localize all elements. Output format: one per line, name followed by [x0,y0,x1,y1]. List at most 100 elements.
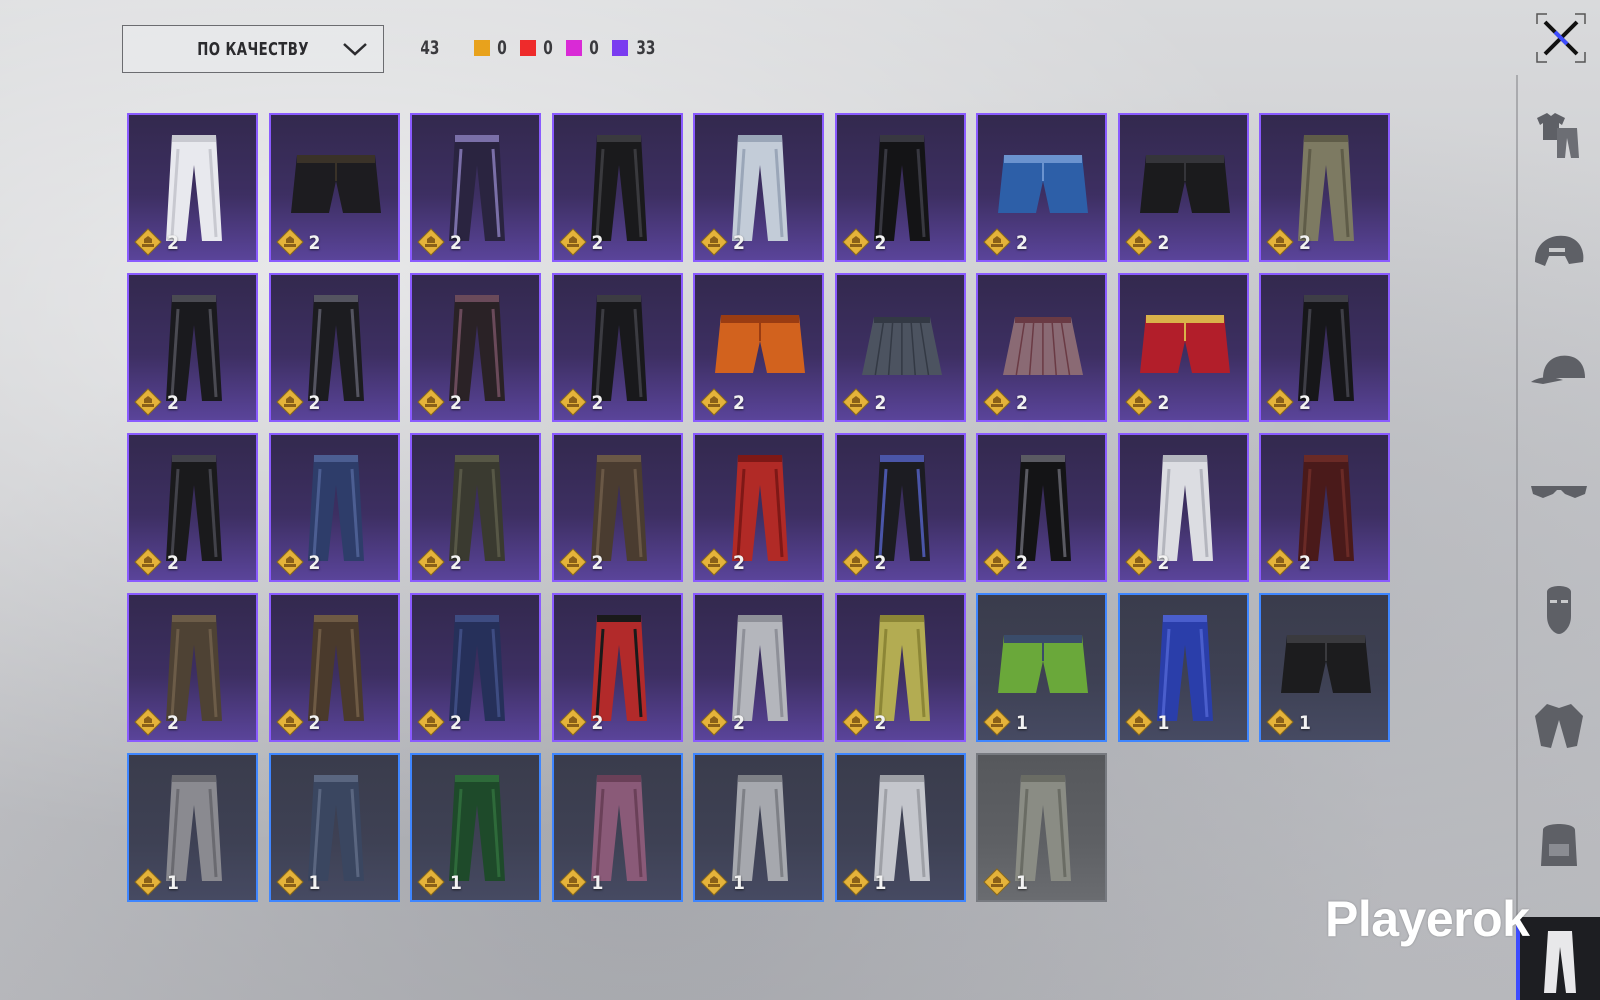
inventory-item[interactable]: 1 [976,593,1107,742]
item-quantity: 2 [591,552,604,574]
inventory-item[interactable]: 1 [1259,593,1390,742]
item-quantity: 1 [1157,712,1170,734]
item-quantity: 2 [1157,392,1170,414]
inventory-item[interactable]: 2 [834,433,966,582]
item-quantity: 1 [874,872,887,894]
inventory-item[interactable]: 1 [268,753,400,902]
item-quantity: 2 [733,232,745,254]
inventory-item[interactable]: 1 [410,753,541,902]
inventory-item[interactable]: 1 [551,753,683,902]
item-quantity: 2 [1299,392,1311,414]
inventory-item[interactable]: 2 [693,113,824,262]
coin-badge-icon [275,228,304,256]
item-quantity: 2 [733,392,745,414]
inventory-item[interactable]: 2 [268,273,400,422]
mask-icon[interactable] [1529,582,1589,634]
black-shorts-with-boots-icon [1139,155,1230,213]
coin-badge-icon [983,708,1011,736]
coin-badge-icon [134,708,162,736]
grey-mini-skirt-icon [861,317,942,376]
inventory-item[interactable]: 2 [551,273,683,422]
orange-floral-shorts-icon [715,315,805,373]
coin-badge-icon [417,548,445,576]
coin-badge-icon [134,868,162,896]
inventory-item[interactable]: 1 [693,753,824,902]
item-quantity: 2 [874,392,887,414]
inventory-item[interactable]: 1 [976,753,1107,902]
inventory-item[interactable]: 2 [1259,273,1390,422]
coin-badge-icon [1124,388,1153,416]
helmet-icon[interactable] [1529,228,1589,280]
inventory-item[interactable]: 1 [834,753,966,902]
coin-badge-icon [841,548,870,576]
close-icon[interactable] [1533,10,1589,66]
black-leather-pants-icon [590,135,647,241]
light-denim-jeans-icon [732,135,788,241]
backpack-icon[interactable] [1529,818,1589,870]
inventory-item[interactable]: 2 [976,433,1107,582]
yellow-sweatpants-icon [873,615,930,721]
coin-badge-icon [700,548,728,576]
inventory-item[interactable]: 2 [834,113,966,262]
watermark: Playerok [1325,891,1530,947]
glasses-icon[interactable] [1529,464,1589,516]
inventory-item[interactable]: 2 [551,113,683,262]
cap-icon[interactable] [1529,346,1589,398]
inventory-item[interactable]: 2 [551,593,683,742]
item-quantity: 1 [1299,712,1311,734]
red-trousers-icon [732,455,788,561]
inventory-item[interactable]: 2 [834,593,966,742]
sort-dropdown[interactable]: ПО КАЧЕСТВУ [122,25,384,73]
item-quantity: 1 [1016,712,1028,734]
inventory-item[interactable]: 2 [410,113,541,262]
inventory-item[interactable]: 2 [1259,433,1390,582]
jacket-icon[interactable] [1529,700,1589,752]
inventory-item[interactable]: 2 [693,433,824,582]
dark-pink-trim-pants-icon [449,295,505,401]
inventory-item[interactable]: 2 [693,273,824,422]
black-star-pants-icon [1298,295,1354,401]
grey-worn-pants-icon [1015,775,1071,881]
inventory-item[interactable]: 2 [834,273,966,422]
item-quantity: 2 [1299,232,1311,254]
inventory-item[interactable]: 2 [976,113,1107,262]
inventory-item[interactable]: 2 [127,593,258,742]
inventory-item[interactable]: 2 [976,273,1107,422]
quality-count-gold: 0 [473,37,508,59]
item-quantity: 2 [167,712,179,734]
black-patterned-pants-icon [166,295,222,401]
inventory-item[interactable]: 2 [1117,273,1249,422]
red-black-training-pants-icon [590,615,647,721]
inventory-item[interactable]: 2 [693,593,824,742]
inventory-item[interactable]: 2 [410,273,541,422]
tshirt-pants-icon[interactable] [1529,110,1589,162]
inventory-item[interactable]: 2 [127,433,258,582]
coin-badge-icon [1266,548,1294,576]
coin-badge-icon [558,548,587,576]
black-strap-pants-icon [307,295,364,401]
inventory-item[interactable]: 2 [551,433,683,582]
inventory-item[interactable]: 2 [1259,113,1390,262]
coin-badge-icon [558,868,587,896]
inventory-item[interactable]: 1 [1117,593,1249,742]
inventory-item[interactable]: 2 [1117,433,1249,582]
inventory-item[interactable]: 1 [127,753,258,902]
coin-badge-icon [700,708,728,736]
inventory-item[interactable]: 2 [268,113,400,262]
coin-badge-icon [1124,228,1153,256]
item-quantity: 2 [1016,552,1028,574]
inventory-item[interactable]: 2 [268,433,400,582]
coin-badge-icon [983,868,1011,896]
inventory-item[interactable]: 2 [127,113,258,262]
inventory-item[interactable]: 2 [1117,113,1249,262]
coin-badge-icon [558,388,587,416]
inventory-item[interactable]: 2 [268,593,400,742]
item-quantity: 2 [308,392,321,414]
inventory-grid: 2 2 2 2 2 2 2 2 2 2 2 2 2 2 2 2 2 2 2 2 2 2 2 2 2 2 2 2 2 2 2 2 2 1 1 1 1 1 1 1… [127,113,1390,902]
item-quantity: 2 [874,712,887,734]
inventory-item[interactable]: 2 [410,433,541,582]
inventory-item[interactable]: 2 [127,273,258,422]
inventory-item[interactable]: 2 [410,593,541,742]
black-tactical-pants-icon [873,135,930,241]
coin-badge-icon [1266,708,1294,736]
